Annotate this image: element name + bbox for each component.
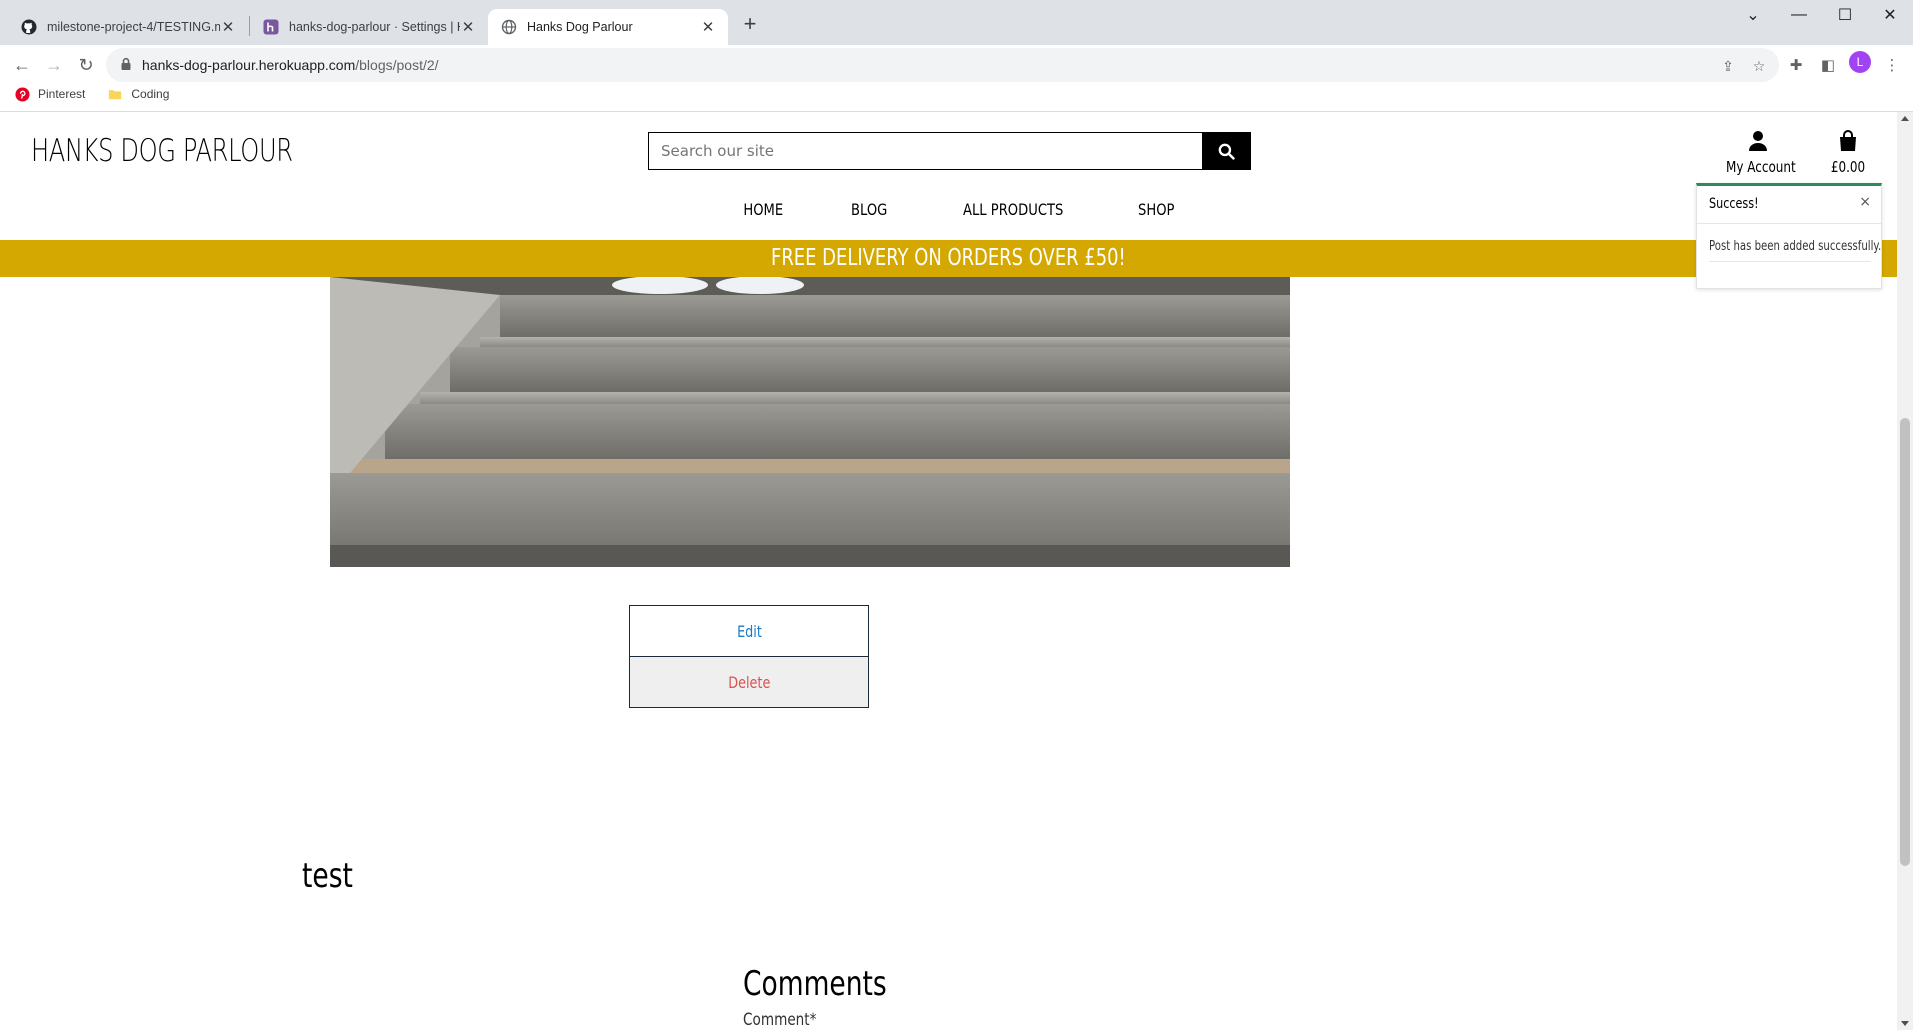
maximize-icon[interactable]: ☐ [1822, 0, 1868, 30]
my-account-label: My Account [1726, 158, 1796, 176]
toast-title: Success! [1709, 196, 1759, 212]
toast-divider [1709, 261, 1871, 262]
share-icon[interactable]: ⇪ [1720, 58, 1736, 74]
tab-heroku[interactable]: hanks-dog-parlour · Settings | He ✕ [250, 9, 488, 45]
site-search [648, 132, 1251, 170]
nav-home[interactable]: HOME [743, 200, 783, 230]
toast-close-icon[interactable]: × [1859, 194, 1871, 210]
tab-github[interactable]: milestone-project-4/TESTING.md ✕ [8, 9, 248, 45]
search-icon [1218, 143, 1235, 160]
globe-icon [500, 19, 517, 36]
url-path: /blogs/post/2/ [355, 57, 439, 73]
heroku-icon [262, 19, 279, 36]
side-panel-icon[interactable]: ◧ [1816, 53, 1840, 77]
delete-label: Delete [727, 672, 771, 692]
bookmark-pinterest[interactable]: Pinterest [14, 86, 85, 102]
nav-blog[interactable]: BLOG [851, 200, 887, 230]
window-close-icon[interactable]: ✕ [1867, 0, 1913, 30]
tab-title: hanks-dog-parlour · Settings | He [289, 20, 460, 34]
comments-heading: Comments [743, 964, 887, 1004]
lock-icon[interactable] [120, 57, 132, 71]
web-page: HANKS DOG PARLOUR My Account £0.00 HOME … [0, 112, 1897, 1030]
site-brand[interactable]: HANKS DOG PARLOUR [31, 133, 293, 169]
bookmark-coding[interactable]: Coding [107, 86, 169, 102]
address-bar[interactable]: hanks-dog-parlour.herokuapp.com/blogs/po… [106, 48, 1779, 82]
close-icon[interactable]: ✕ [460, 18, 476, 36]
my-account-link[interactable]: My Account [1718, 128, 1798, 176]
pinterest-icon [14, 86, 30, 102]
scroll-down-icon[interactable] [1901, 1021, 1909, 1026]
page-scrollbar[interactable] [1897, 112, 1913, 1030]
scroll-up-icon[interactable] [1901, 116, 1909, 121]
toast-message: Post has been added successfully. [1709, 239, 1882, 254]
comment-field-label: Comment* [743, 1010, 817, 1030]
edit-post-button[interactable]: Edit [629, 605, 869, 657]
shopping-bag-icon [1808, 128, 1888, 154]
blog-post-image [330, 277, 1290, 567]
bookmark-label: Coding [131, 87, 170, 101]
main-nav: HOME BLOG ALL PRODUCTS SHOP [0, 200, 1897, 230]
free-delivery-banner: FREE DELIVERY ON ORDERS OVER £50! [0, 240, 1897, 277]
bookmarks-bar: Pinterest Coding [0, 82, 177, 106]
back-icon[interactable]: ← [8, 51, 36, 79]
nav-all-products[interactable]: ALL PRODUCTS [963, 200, 1063, 230]
forward-icon[interactable]: → [40, 51, 68, 79]
close-icon[interactable]: ✕ [700, 18, 716, 36]
browser-tab-strip: milestone-project-4/TESTING.md ✕ hanks-d… [0, 0, 1913, 45]
toast-header: Success! × [1697, 186, 1881, 224]
edit-label: Edit [736, 621, 762, 641]
success-toast: Success! × Post has been added successfu… [1696, 183, 1882, 289]
scrollbar-thumb[interactable] [1900, 418, 1910, 866]
extensions-icon[interactable]: ✚ [1784, 53, 1808, 77]
delete-post-button[interactable]: Delete [629, 656, 869, 708]
close-icon[interactable]: ✕ [220, 18, 236, 36]
nav-shop[interactable]: SHOP [1138, 200, 1174, 230]
shopping-bag-link[interactable]: £0.00 [1808, 128, 1888, 176]
banner-text: FREE DELIVERY ON ORDERS OVER £50! [771, 245, 1126, 271]
user-icon [1718, 128, 1798, 154]
search-button[interactable] [1202, 133, 1250, 169]
search-input[interactable] [649, 133, 1202, 169]
reload-icon[interactable]: ↻ [72, 51, 100, 79]
url-host: hanks-dog-parlour.herokuapp.com [142, 57, 356, 73]
menu-icon[interactable]: ⋮ [1880, 53, 1904, 77]
post-body: test [302, 856, 353, 896]
tab-title: Hanks Dog Parlour [527, 20, 633, 34]
tab-search-icon[interactable]: ⌄ [1730, 0, 1776, 30]
new-tab-button[interactable]: + [738, 12, 762, 36]
github-icon [20, 19, 37, 36]
url-text: hanks-dog-parlour.herokuapp.com/blogs/po… [142, 57, 439, 73]
tab-hanks-dog-parlour[interactable]: Hanks Dog Parlour ✕ [488, 9, 728, 45]
bag-total: £0.00 [1830, 158, 1866, 176]
tab-title: milestone-project-4/TESTING.md [47, 20, 220, 34]
minimize-icon[interactable]: — [1776, 0, 1822, 30]
bookmark-label: Pinterest [38, 87, 86, 101]
folder-icon [107, 86, 123, 102]
bookmark-star-icon[interactable]: ☆ [1751, 58, 1767, 74]
profile-avatar[interactable]: L [1849, 51, 1871, 73]
